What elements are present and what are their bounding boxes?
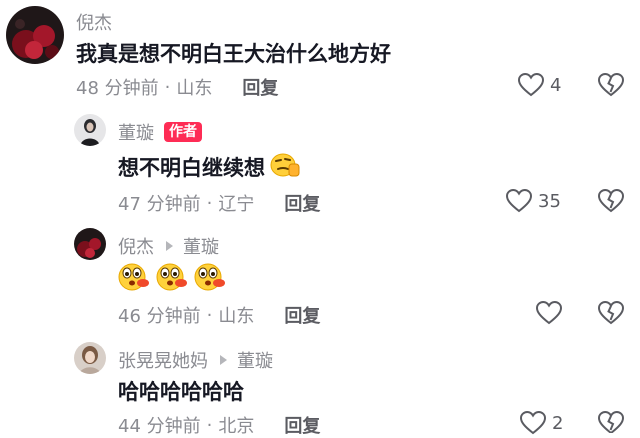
comment-location: 辽宁	[218, 194, 255, 215]
avatar[interactable]	[6, 6, 64, 64]
heart-icon	[518, 73, 544, 97]
meta-separator: ·	[206, 414, 213, 436]
comment-meta: 47 分钟前 · 辽宁 回复	[118, 190, 320, 216]
reply-button[interactable]: 回复	[284, 190, 320, 216]
broken-heart-icon	[597, 188, 625, 213]
comment-location: 山东	[176, 78, 213, 99]
dislike-button[interactable]	[597, 188, 625, 217]
meta-separator: ·	[164, 76, 171, 98]
comment-time: 46 分钟前	[118, 306, 201, 327]
broken-heart-icon	[597, 410, 625, 435]
reply-target[interactable]: 董璇	[183, 233, 219, 259]
comment-meta: 44 分钟前 · 北京 回复	[118, 412, 320, 438]
comment-time: 48 分钟前	[76, 78, 159, 99]
dislike-button[interactable]	[597, 410, 625, 437]
comment-text: 哈哈哈哈哈哈	[118, 380, 244, 404]
like-count: 35	[538, 190, 561, 212]
comment-text: 想不明白继续想	[118, 150, 301, 183]
comment-item: 倪杰 我真是想不明白王大治什么地方好 48 分钟前 · 山东 回复 4	[0, 0, 640, 120]
comment-username[interactable]: 董璇 作者	[118, 119, 202, 145]
comment-username[interactable]: 张晃晃她妈 董璇	[118, 347, 273, 373]
like-button[interactable]	[536, 301, 562, 325]
comment-item: 倪杰 董璇 46 分钟前 · 山东 回复	[0, 224, 640, 334]
comment-item: 张晃晃她妈 董璇 哈哈哈哈哈哈 44 分钟前 · 北京 回复 2	[0, 338, 640, 437]
comment-location: 山东	[218, 306, 255, 327]
like-button[interactable]: 2	[520, 411, 563, 435]
reply-arrow-icon	[220, 355, 227, 365]
broken-heart-icon	[597, 300, 625, 325]
comment-meta: 46 分钟前 · 山东 回复	[118, 302, 320, 328]
surprised-emoji-icon	[116, 262, 150, 297]
dislike-button[interactable]	[597, 72, 625, 101]
reply-arrow-icon	[166, 241, 173, 251]
reply-target[interactable]: 董璇	[237, 347, 273, 373]
reply-button[interactable]: 回复	[284, 412, 320, 438]
like-button[interactable]: 4	[518, 73, 561, 97]
comment-text	[116, 262, 226, 297]
comment-time: 44 分钟前	[118, 416, 201, 437]
author-badge: 作者	[164, 122, 202, 142]
meta-separator: ·	[206, 304, 213, 326]
comment-username[interactable]: 倪杰 董璇	[118, 233, 219, 259]
surprised-emoji-icon	[192, 262, 226, 297]
broken-heart-icon	[597, 72, 625, 97]
comment-location: 北京	[218, 416, 255, 437]
comment-item: 董璇 作者 想不明白继续想 47 分钟前 · 辽宁 回复 35	[0, 110, 640, 220]
heart-icon	[520, 411, 546, 435]
comment-time: 47 分钟前	[118, 194, 201, 215]
surprised-emoji-icon	[154, 262, 188, 297]
dislike-button[interactable]	[597, 300, 625, 329]
avatar[interactable]	[74, 114, 106, 146]
like-count: 4	[550, 74, 562, 96]
comment-meta: 48 分钟前 · 山东 回复	[76, 74, 278, 100]
heart-icon	[536, 301, 562, 325]
avatar[interactable]	[74, 342, 106, 374]
heart-icon	[506, 189, 532, 213]
reply-button[interactable]: 回复	[242, 74, 278, 100]
reply-button[interactable]: 回复	[284, 302, 320, 328]
like-button[interactable]: 35	[506, 189, 561, 213]
comment-text: 我真是想不明白王大治什么地方好	[76, 42, 391, 66]
avatar[interactable]	[74, 228, 106, 260]
meta-separator: ·	[206, 192, 213, 214]
comment-username[interactable]: 倪杰	[76, 9, 112, 35]
like-count: 2	[552, 412, 564, 434]
thinking-emoji-icon	[269, 150, 301, 183]
